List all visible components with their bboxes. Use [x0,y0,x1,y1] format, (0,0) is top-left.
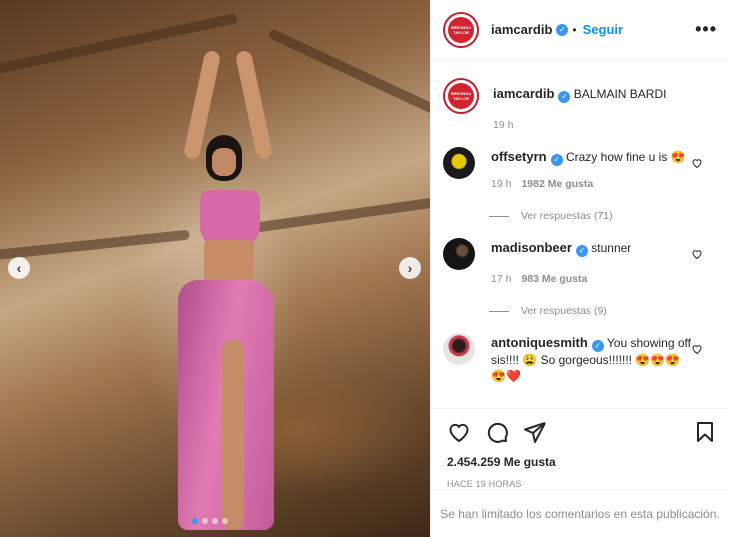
share-send-icon[interactable] [523,420,547,444]
comment-text: Crazy how fine u is 😍 [565,150,686,164]
comment-bubble-icon[interactable] [485,420,509,444]
verified-icon: ✓ [558,91,571,103]
view-replies-label: Ver respuestas (9) [521,305,607,317]
comment-item: madisonbeer ✓ stunner 17 h 983 Me gusta [443,238,713,287]
like-comment-heart-icon[interactable] [691,248,703,260]
post-header: BREONNA TAYLOR iamcardib ✓ • Seguir ••• [431,0,729,60]
view-replies-label: Ver respuestas (71) [521,210,613,222]
author-avatar[interactable]: BREONNA TAYLOR [443,11,479,48]
carousel-dot [192,518,198,524]
avatar-badge-text: BREONNA TAYLOR [448,83,474,109]
commenter-avatar[interactable] [443,333,475,365]
posted-time[interactable]: HACE 19 HORAS [447,479,717,489]
roof-beam [267,28,430,122]
post-panel: BREONNA TAYLOR iamcardib ✓ • Seguir ••• … [430,0,729,537]
author-username[interactable]: iamcardib [491,22,552,37]
railing [0,229,190,261]
like-comment-heart-icon[interactable] [691,343,703,355]
comment-item: antoniquesmith ✓ You showing off sis!!!! … [443,333,713,384]
bullet-separator: • [572,22,577,37]
comment-likes[interactable]: 1982 Me gusta [521,178,593,190]
like-heart-icon[interactable] [447,420,471,444]
like-comment-heart-icon[interactable] [691,157,703,169]
view-replies-link[interactable]: Ver respuestas (71) [489,210,713,222]
verified-icon: ✓ [556,23,569,36]
caption: BREONNA TAYLOR iamcardib ✓ BALMAIN BARDI … [443,78,713,133]
carousel-dot [212,518,218,524]
carousel-next-button[interactable]: › [399,257,421,279]
commenter-avatar[interactable] [443,238,475,270]
avatar-badge-text: BREONNA TAYLOR [448,16,474,43]
comment-username[interactable]: madisonbeer [491,240,572,255]
comment-likes[interactable]: 983 Me gusta [521,273,587,285]
caption-time[interactable]: 19 h [493,119,513,131]
post-actions: 2.454.259 Me gusta HACE 19 HORAS [431,408,729,489]
verified-icon: ✓ [591,340,604,352]
comment-username[interactable]: antoniquesmith [491,335,588,350]
comment-time[interactable]: 19 h [491,178,511,190]
verified-icon: ✓ [550,154,563,166]
person-figure [172,40,282,530]
comment-username[interactable]: offsetyrn [491,149,547,164]
carousel-dot [202,518,208,524]
commenter-avatar[interactable] [443,147,475,179]
verified-icon: ✓ [575,245,588,257]
author-avatar[interactable]: BREONNA TAYLOR [443,78,479,114]
comments-limited-notice: Se han limitado los comentarios en esta … [431,489,729,537]
follow-button[interactable]: Seguir [583,22,623,37]
comment-time[interactable]: 17 h [491,273,511,285]
caption-text: BALMAIN BARDI [573,87,667,101]
comment-item: offsetyrn ✓ Crazy how fine u is 😍 19 h 198… [443,147,713,192]
caption-username[interactable]: iamcardib [493,86,554,101]
post-image[interactable]: ‹ › [0,0,430,537]
save-bookmark-icon[interactable] [693,420,717,444]
carousel-indicator [192,518,228,524]
more-options-icon[interactable]: ••• [695,19,717,40]
comments-list: BREONNA TAYLOR iamcardib ✓ BALMAIN BARDI … [431,60,729,408]
comment-text: stunner [591,241,632,255]
carousel-prev-button[interactable]: ‹ [8,257,30,279]
likes-count[interactable]: 2.454.259 Me gusta [447,455,717,469]
view-replies-link[interactable]: Ver respuestas (9) [489,305,713,317]
carousel-dot [222,518,228,524]
